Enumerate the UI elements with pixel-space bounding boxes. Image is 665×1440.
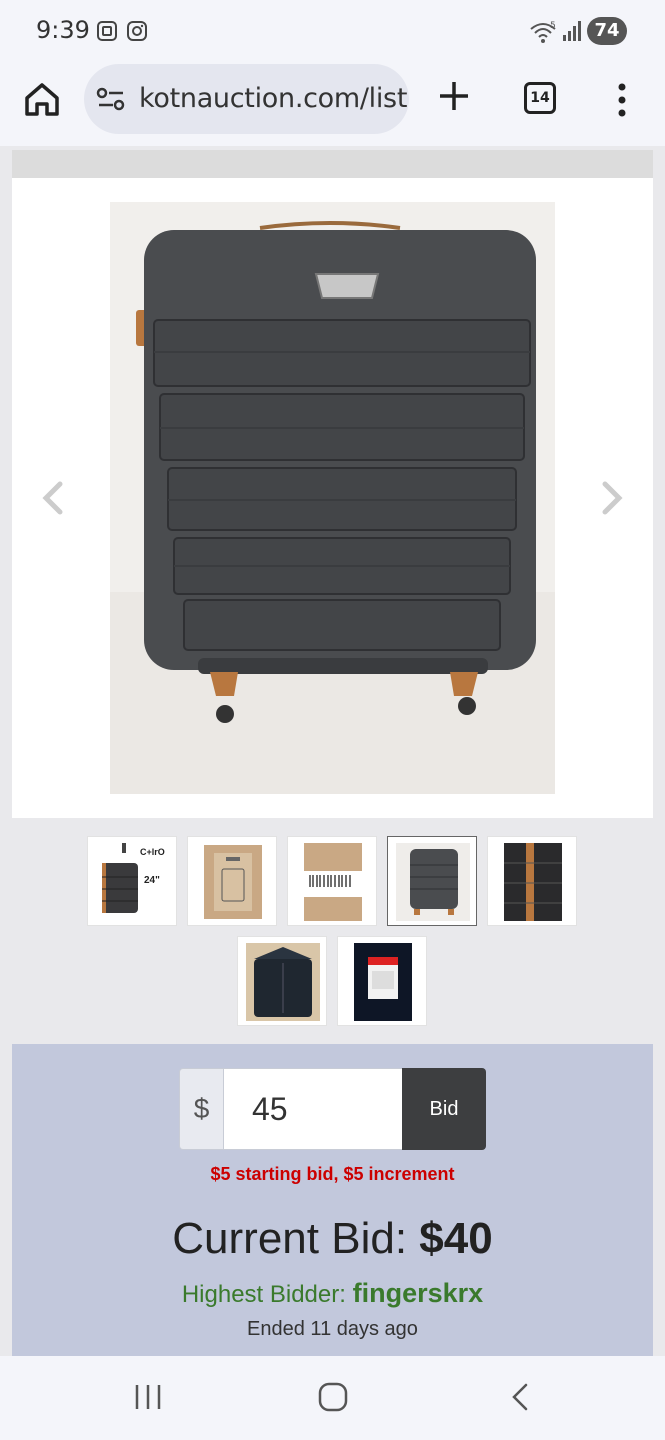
instagram-icon	[127, 21, 147, 41]
wifi-icon: 5	[530, 21, 556, 43]
bid-form: $ 45 Bid	[179, 1068, 486, 1150]
screenshot-icon	[97, 21, 117, 41]
bid-panel: $ 45 Bid $5 starting bid, $5 increment C…	[12, 1044, 653, 1356]
browser-toolbar: kotnauction.com/listi 14	[0, 62, 665, 146]
thumbnail-1-image: C+lrO 24"	[102, 843, 165, 913]
thumbnail-strip: C+lrO 24"	[12, 834, 653, 1044]
bid-amount-input[interactable]: 45	[223, 1068, 403, 1150]
home-icon[interactable]	[22, 79, 62, 119]
thumbnail-5-image	[504, 843, 562, 921]
thumbnail-2-image	[204, 845, 262, 919]
status-bar: 9:39 5 74	[0, 0, 665, 62]
system-nav-bar	[0, 1356, 665, 1440]
page-content: C+lrO 24" $ 45 Bid $5 starting bid, $5 i…	[0, 146, 665, 1356]
wifi-badge: 5	[550, 21, 556, 31]
back-nav-icon[interactable]	[508, 1382, 532, 1412]
url-text: kotnauction.com/listi	[139, 83, 409, 114]
bid-increment-note: $5 starting bid, $5 increment	[210, 1164, 455, 1184]
currency-prefix: $	[179, 1068, 223, 1150]
thumbnail-4-image	[396, 843, 470, 921]
status-time: 9:39	[36, 16, 90, 44]
thumbnail-2[interactable]	[187, 836, 277, 926]
highest-bidder: Highest Bidder: fingerskrx	[12, 1278, 653, 1309]
thumbnail-6-image	[246, 943, 320, 1021]
more-menu-icon[interactable]	[612, 80, 632, 120]
thumbnail-4[interactable]	[387, 836, 477, 926]
page-header-strip	[12, 150, 653, 178]
thumbnail-3[interactable]	[287, 836, 377, 926]
current-bid-value: $40	[419, 1214, 493, 1263]
thumbnail-5[interactable]	[487, 836, 577, 926]
thumbnail-7[interactable]	[337, 936, 427, 1026]
thumbnail-1-brand: C+lrO	[140, 847, 165, 857]
photo-carousel	[12, 178, 653, 818]
address-bar[interactable]: kotnauction.com/listi	[84, 64, 409, 134]
thumbnail-7-image	[354, 943, 412, 1021]
current-bid: Current Bid: $40	[12, 1214, 653, 1264]
thumbnail-1-size: 24"	[144, 875, 160, 886]
highest-bidder-label: Highest Bidder:	[181, 1281, 346, 1308]
auction-ended-text: Ended 11 days ago	[247, 1318, 418, 1340]
thumbnail-6[interactable]	[237, 936, 327, 1026]
battery-indicator: 74	[587, 17, 627, 45]
recent-apps-icon[interactable]	[132, 1382, 164, 1412]
tab-switcher-button[interactable]: 14	[524, 82, 556, 114]
current-bid-label: Current Bid:	[172, 1214, 408, 1263]
new-tab-icon[interactable]	[436, 78, 472, 114]
home-nav-icon[interactable]	[318, 1382, 348, 1412]
highest-bidder-name: fingerskrx	[352, 1278, 484, 1308]
carousel-next-icon[interactable]	[591, 478, 631, 518]
thumbnail-3-image	[304, 843, 362, 921]
site-settings-icon[interactable]	[96, 85, 126, 113]
signal-icon	[563, 21, 581, 41]
thumbnail-1[interactable]: C+lrO 24"	[87, 836, 177, 926]
carousel-prev-icon[interactable]	[34, 478, 74, 518]
bid-button[interactable]: Bid	[402, 1068, 486, 1150]
main-product-photo	[110, 202, 555, 794]
